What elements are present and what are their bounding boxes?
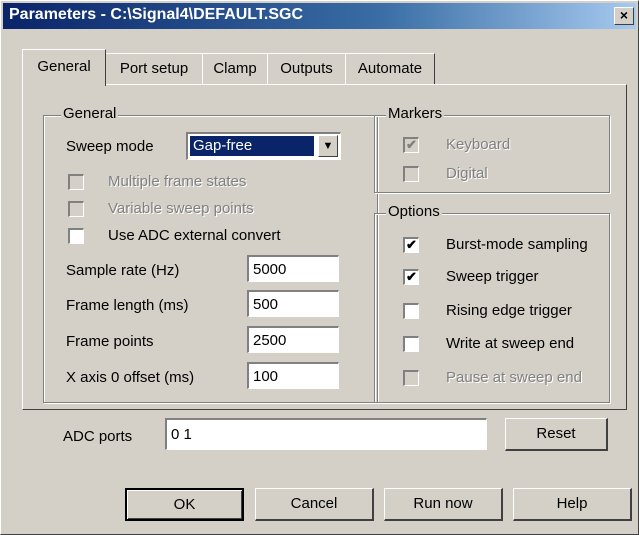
checkmark-icon: ✔ bbox=[406, 237, 417, 252]
multiple-frame-states-label: Multiple frame states bbox=[108, 173, 247, 190]
sweep-mode-select[interactable]: Gap-free ▼ bbox=[186, 132, 341, 160]
variable-sweep-points-label: Variable sweep points bbox=[108, 200, 254, 217]
sample-rate-input[interactable]: 5000 bbox=[247, 255, 339, 282]
window-title: Parameters - C:\Signal4\DEFAULT.SGC bbox=[9, 6, 303, 23]
parameters-dialog: Parameters - C:\Signal4\DEFAULT.SGC × Ge… bbox=[0, 0, 639, 535]
digital-marker-label: Digital bbox=[446, 165, 488, 182]
tab-outputs-label: Outputs bbox=[280, 60, 333, 77]
sweep-mode-label: Sweep mode bbox=[66, 138, 154, 155]
x-axis-offset-label: X axis 0 offset (ms) bbox=[66, 369, 195, 386]
sample-rate-label: Sample rate (Hz) bbox=[66, 262, 180, 279]
tab-panel-general: General Sweep mode Gap-free ▼ Multiple f… bbox=[22, 84, 627, 410]
reset-button[interactable]: Reset bbox=[505, 418, 608, 451]
tab-general[interactable]: General bbox=[22, 49, 106, 86]
rising-edge-trigger-checkbox[interactable] bbox=[403, 303, 419, 319]
frame-length-label: Frame length (ms) bbox=[66, 297, 189, 314]
tab-automate[interactable]: Automate bbox=[345, 53, 435, 84]
sweep-trigger-label: Sweep trigger bbox=[446, 268, 539, 285]
use-adc-external-convert-checkbox[interactable] bbox=[68, 228, 84, 244]
adc-ports-input[interactable]: 0 1 bbox=[165, 418, 487, 450]
tab-general-label: General bbox=[37, 58, 91, 75]
variable-sweep-points-checkbox[interactable] bbox=[68, 201, 84, 217]
general-group-label: General bbox=[61, 105, 119, 122]
multiple-frame-states-checkbox[interactable] bbox=[68, 174, 84, 190]
tab-port-setup[interactable]: Port setup bbox=[105, 53, 203, 84]
close-button[interactable]: × bbox=[614, 7, 634, 25]
frame-points-input[interactable]: 2500 bbox=[247, 326, 339, 353]
run-now-button[interactable]: Run now bbox=[384, 488, 503, 521]
tab-clamp[interactable]: Clamp bbox=[202, 53, 268, 84]
checkmark-icon: ✔ bbox=[406, 137, 417, 152]
close-icon: × bbox=[619, 7, 629, 23]
title-bar[interactable]: Parameters - C:\Signal4\DEFAULT.SGC × bbox=[3, 3, 636, 29]
sweep-mode-value: Gap-free bbox=[190, 136, 314, 156]
ok-button[interactable]: OK bbox=[125, 488, 244, 521]
tab-clamp-label: Clamp bbox=[213, 60, 257, 77]
chevron-down-icon[interactable]: ▼ bbox=[318, 135, 338, 157]
sweep-trigger-checkbox[interactable]: ✔ bbox=[403, 269, 419, 285]
frame-points-label: Frame points bbox=[66, 333, 154, 350]
x-axis-offset-input[interactable]: 100 bbox=[247, 362, 339, 389]
pause-at-sweep-end-label: Pause at sweep end bbox=[446, 369, 582, 386]
markers-group-label: Markers bbox=[386, 105, 445, 122]
write-at-sweep-end-label: Write at sweep end bbox=[446, 335, 575, 352]
digital-marker-checkbox[interactable] bbox=[403, 166, 419, 182]
adc-ports-label: ADC ports bbox=[63, 428, 133, 445]
pause-at-sweep-end-checkbox[interactable] bbox=[403, 370, 419, 386]
keyboard-marker-checkbox[interactable]: ✔ bbox=[403, 137, 419, 153]
checkmark-icon: ✔ bbox=[406, 269, 417, 284]
write-at-sweep-end-checkbox[interactable] bbox=[403, 336, 419, 352]
frame-length-input[interactable]: 500 bbox=[247, 290, 339, 317]
keyboard-marker-label: Keyboard bbox=[446, 136, 511, 153]
options-group-label: Options bbox=[386, 203, 442, 220]
rising-edge-trigger-label: Rising edge trigger bbox=[446, 302, 572, 319]
tab-outputs[interactable]: Outputs bbox=[267, 53, 346, 84]
use-adc-external-convert-label: Use ADC external convert bbox=[108, 227, 281, 244]
help-button[interactable]: Help bbox=[513, 488, 632, 521]
tab-port-setup-label: Port setup bbox=[119, 60, 189, 77]
burst-mode-sampling-label: Burst-mode sampling bbox=[446, 236, 588, 253]
cancel-button[interactable]: Cancel bbox=[255, 488, 374, 521]
burst-mode-sampling-checkbox[interactable]: ✔ bbox=[403, 237, 419, 253]
tab-automate-label: Automate bbox=[357, 60, 423, 77]
